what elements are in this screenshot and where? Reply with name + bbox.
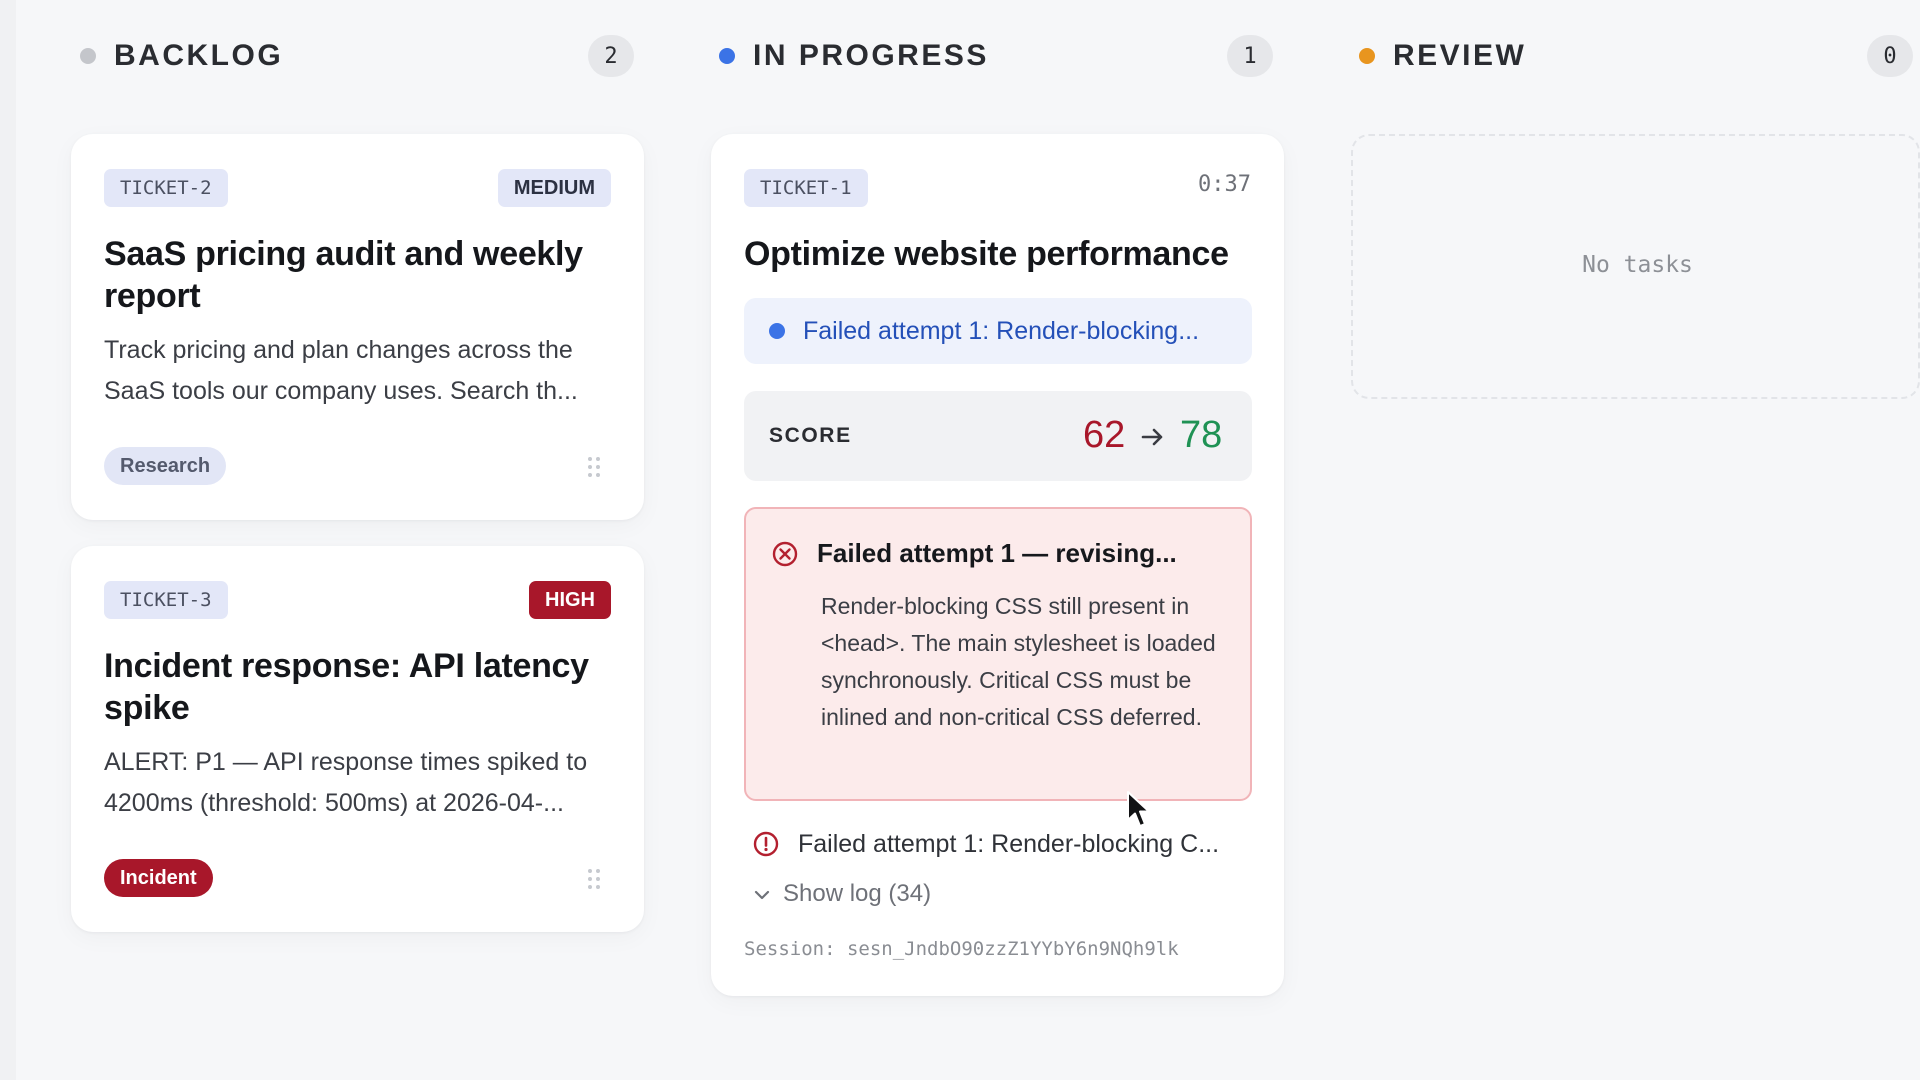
column-title: IN PROGRESS — [753, 39, 989, 72]
left-rail — [0, 0, 16, 1080]
error-title: Failed attempt 1 — revising... — [817, 538, 1177, 568]
ticket-id-tag: TICKET-3 — [104, 581, 228, 619]
elapsed-timer: 0:37 — [1198, 172, 1251, 197]
status-pill: Failed attempt 1: Render-blocking... — [744, 298, 1252, 364]
card-description: Track pricing and plan changes across th… — [104, 336, 578, 405]
label-chip[interactable]: Research — [104, 447, 227, 485]
priority-badge: MEDIUM — [497, 169, 611, 207]
chevron-down-icon — [754, 890, 770, 900]
card-title: Optimize website performance — [744, 235, 1229, 273]
column-header-review: REVIEW 0 — [1359, 34, 1913, 78]
column-count-badge: 2 — [588, 35, 634, 77]
score-from: 62 — [1083, 414, 1126, 456]
empty-state-text: No tasks — [1582, 252, 1693, 278]
score-to: 78 — [1180, 414, 1223, 456]
label-chip[interactable]: Incident — [104, 859, 213, 897]
session-id: Session: sesn_JndbO90zzZ1YYbY6n9NQh9lk — [744, 938, 1179, 960]
status-dot-icon — [80, 48, 96, 64]
drag-handle-icon[interactable] — [588, 457, 602, 477]
ticket-id-tag: TICKET-1 — [744, 169, 868, 207]
column-title: REVIEW — [1393, 39, 1527, 72]
priority-badge: HIGH — [529, 581, 611, 619]
task-card-ticket-3[interactable]: TICKET-3 HIGH Incident response: API lat… — [71, 546, 644, 932]
ticket-id-tag: TICKET-2 — [104, 169, 228, 207]
card-description: ALERT: P1 — API response times spiked to… — [104, 748, 588, 817]
show-log-toggle[interactable]: Show log (34) — [748, 878, 968, 910]
drag-handle-icon[interactable] — [588, 869, 602, 889]
column-count-badge: 0 — [1867, 35, 1913, 77]
empty-column-dropzone[interactable]: No tasks — [1351, 134, 1920, 399]
column-count-badge: 1 — [1227, 35, 1273, 77]
show-log-label: Show log (34) — [783, 880, 932, 907]
alert-circle-icon — [753, 831, 779, 857]
status-dot-icon — [769, 323, 785, 339]
card-title: SaaS pricing audit and weekly report — [104, 235, 583, 315]
mouse-pointer-icon — [1127, 791, 1150, 827]
column-header-backlog: BACKLOG 2 — [80, 34, 636, 78]
status-dot-icon — [719, 48, 735, 64]
column-title: BACKLOG — [114, 39, 284, 72]
arrow-right-icon — [1141, 428, 1163, 446]
score-panel: SCORE 62 78 — [744, 391, 1252, 481]
x-circle-icon — [772, 541, 798, 567]
score-label: SCORE — [769, 424, 852, 447]
error-panel: Failed attempt 1 — revising... Render-bl… — [744, 507, 1252, 801]
column-header-in-progress: IN PROGRESS 1 — [719, 34, 1275, 78]
status-text: Failed attempt 1: Render-blocking... — [803, 316, 1200, 345]
card-title: Incident response: API latency spike — [104, 647, 589, 727]
status-dot-icon — [1359, 48, 1375, 64]
task-card-ticket-1[interactable]: TICKET-1 0:37 Optimize website performan… — [711, 134, 1284, 996]
attempt-log-line: Failed attempt 1: Render-blocking C... — [798, 830, 1220, 858]
error-message: Render-blocking CSS still present in <he… — [821, 593, 1216, 730]
task-card-ticket-2[interactable]: TICKET-2 MEDIUM SaaS pricing audit and w… — [71, 134, 644, 520]
